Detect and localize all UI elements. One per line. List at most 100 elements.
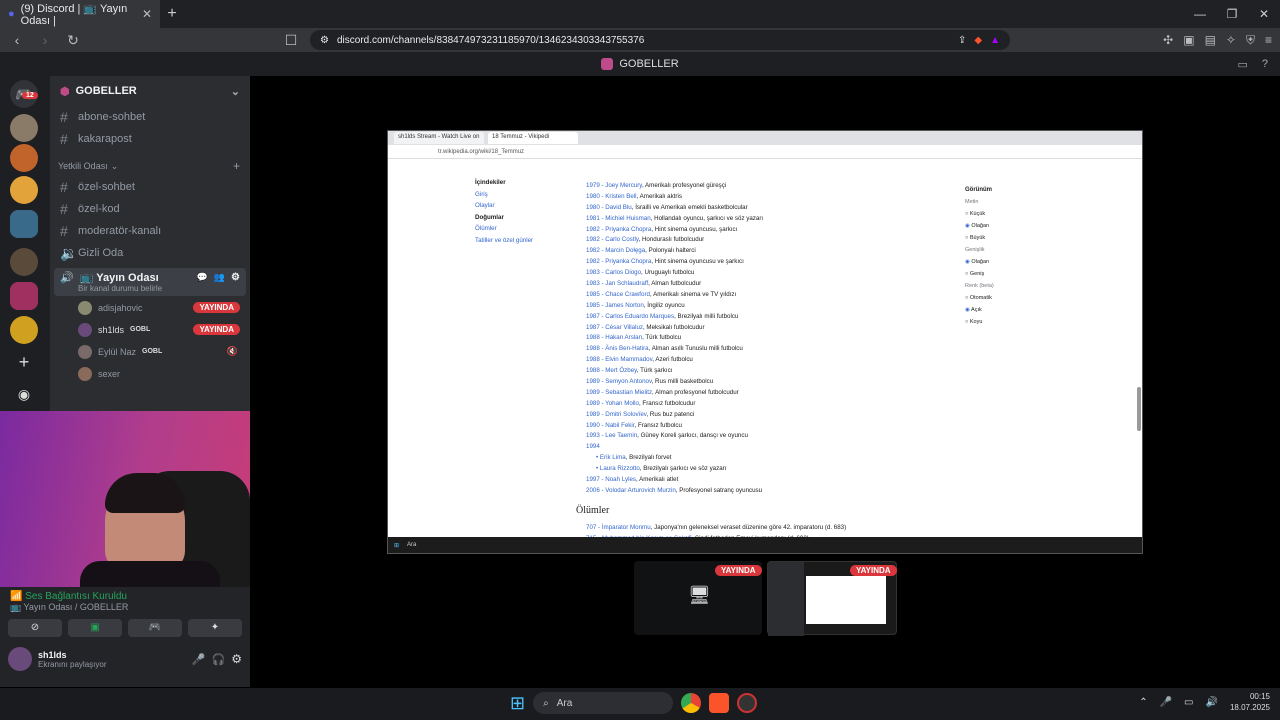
network-icon[interactable]: ▭ — [1184, 697, 1193, 708]
app-icon[interactable] — [737, 693, 758, 713]
gear-icon[interactable]: ⚙ — [231, 272, 240, 283]
brave-icon[interactable] — [709, 693, 730, 713]
help-icon[interactable]: ? — [1262, 58, 1268, 71]
wiki-link[interactable]: • Laura Rizzotto — [596, 465, 640, 472]
minimize-icon[interactable]: — — [1184, 7, 1216, 21]
forward-icon[interactable]: › — [36, 32, 54, 48]
chat-icon[interactable]: 💬 — [197, 272, 208, 283]
wiki-link[interactable]: 1982 - Priyanka Chopra — [586, 226, 651, 233]
wiki-link[interactable]: 707 - İmparator Monmu — [586, 524, 651, 531]
scrollbar[interactable] — [1137, 387, 1141, 431]
wiki-link[interactable]: 1988 - Hakan Arslan — [586, 334, 642, 341]
wiki-link[interactable]: 1989 - Sebastian Mielitz — [586, 389, 652, 396]
leo-icon[interactable]: ✧ — [1226, 33, 1236, 48]
wiki-link[interactable]: 1989 - Dmitri Solovïev — [586, 411, 646, 418]
wiki-link[interactable]: 1980 - Kristen Bell — [586, 193, 637, 200]
wiki-link[interactable]: 1989 - Yohan Mollo — [586, 400, 639, 407]
channel-kakarapost[interactable]: # kakarapost — [50, 128, 250, 150]
avatar[interactable] — [8, 647, 32, 671]
connection-location[interactable]: 📺 Yayın Odası / GOBELLER — [0, 602, 250, 613]
sidebar-icon[interactable]: ▣ — [1183, 33, 1194, 48]
microphone-icon[interactable]: 🎤 — [192, 653, 206, 666]
voice-channel-yayin-odasi[interactable]: 🔊 📺 Yayın Odası 💬 👥 ⚙ Bir kanal durumu b… — [54, 268, 246, 296]
vpn-icon[interactable]: ⛨ — [1246, 33, 1255, 48]
microphone-icon[interactable]: 🎤 — [1160, 697, 1172, 708]
server-avatar[interactable] — [10, 176, 38, 204]
server-avatar[interactable] — [10, 114, 38, 142]
chevron-up-icon[interactable]: ⌃ — [1139, 697, 1147, 708]
wiki-link[interactable]: 1987 - César Villaluz — [586, 324, 643, 331]
voice-status[interactable]: Bir kanal durumu belirle — [60, 284, 240, 293]
new-tab-button[interactable]: + — [160, 5, 184, 23]
wiki-link[interactable]: 1988 - Elvin Mammadov — [586, 356, 652, 363]
shared-screen-stream[interactable]: sh1lds Stream - Watch Live on 18 Temmuz … — [387, 130, 1143, 554]
add-server-icon[interactable]: + — [10, 348, 38, 376]
connection-status[interactable]: 📶 Ses Bağlantısı Kuruldu — [0, 587, 250, 602]
explore-icon[interactable]: ◉ — [10, 380, 38, 408]
wiki-link[interactable]: 1985 - James Norton — [586, 302, 644, 309]
soundboard-button[interactable]: ✦ — [188, 619, 242, 637]
taskbar-search[interactable]: ⌕ Ara — [533, 692, 674, 714]
wiki-link[interactable]: 1983 - Jan Schlaudraff — [586, 280, 648, 287]
gear-icon[interactable]: ⚙ — [231, 652, 242, 666]
wiki-link[interactable]: 1979 - Joey Mercury — [586, 182, 642, 189]
channel-gizli-oda[interactable]: 🔉 Gizli Oda — [50, 242, 250, 264]
clock[interactable]: 00:15 18.07.2025 — [1230, 691, 1270, 713]
wiki-link[interactable]: 1981 - Michiel Huisman — [586, 215, 651, 222]
server-avatar-gobeller[interactable] — [10, 282, 38, 310]
server-avatar[interactable] — [10, 144, 38, 172]
chrome-icon[interactable] — [681, 693, 702, 713]
brave-shield-icon[interactable]: ◆ — [974, 35, 982, 46]
maximize-icon[interactable]: ❐ — [1216, 7, 1248, 21]
wiki-link[interactable]: 1989 - Semyon Antonov — [586, 378, 652, 385]
server-header[interactable]: ⬢ GOBELLER ⌄ — [50, 76, 250, 106]
wiki-link[interactable]: 1994 — [586, 443, 600, 450]
screen-share-button[interactable]: ▣ — [68, 619, 122, 637]
reload-icon[interactable]: ↻ — [64, 32, 82, 49]
close-tab-icon[interactable]: ✕ — [142, 7, 152, 21]
site-info-icon[interactable]: ⚙ — [320, 35, 329, 46]
extensions-icon[interactable]: ✣ — [1163, 33, 1173, 48]
channel-ozel-sohbet[interactable]: # özel-sohbet — [50, 176, 250, 198]
bookmark-icon[interactable]: ☐ — [282, 32, 300, 49]
wiki-link[interactable]: 1985 - Chace Crawford — [586, 291, 650, 298]
back-icon[interactable]: ‹ — [8, 32, 26, 48]
wallet-icon[interactable]: ▤ — [1205, 33, 1216, 48]
channel-ozel-kod[interactable]: # özel-kod — [50, 198, 250, 220]
windows-start-icon[interactable]: ⊞ — [510, 693, 525, 714]
wiki-link[interactable]: 1987 - Carlos Eduardo Marques — [586, 313, 674, 320]
channel-moderator-kanali[interactable]: # moderatör-kanalı — [50, 220, 250, 242]
browser-tab[interactable]: ● (9) Discord | 📺 Yayın Odası | ✕ — [0, 0, 160, 28]
headphones-icon[interactable]: 🎧 — [212, 653, 226, 666]
channel-abone-sohbet[interactable]: # abone-sohbet — [50, 106, 250, 128]
wiki-link[interactable]: 1983 - Carlos Diogo — [586, 269, 641, 276]
wiki-link[interactable]: 1988 - Mert Özbey — [586, 367, 637, 374]
menu-icon[interactable]: ≡ — [1265, 33, 1272, 48]
add-channel-icon[interactable]: + — [233, 159, 240, 173]
voice-user[interactable]: adisjahovic YAYINDA — [50, 297, 250, 318]
wiki-link[interactable]: 1982 - Priyanka Chopra — [586, 258, 651, 265]
voice-user[interactable]: sh1lds GOBL YAYINDA — [50, 319, 250, 340]
server-avatar[interactable] — [10, 248, 38, 276]
url-field[interactable]: ⚙ discord.com/channels/83847497323118597… — [310, 30, 1010, 50]
wiki-link[interactable]: 1988 - Änis Ben-Hatira — [586, 345, 649, 352]
wiki-link[interactable]: 1982 - Marcin Dołęga — [586, 247, 645, 254]
brave-rewards-icon[interactable]: ▲ — [990, 35, 1000, 46]
server-avatar[interactable] — [10, 316, 38, 344]
server-folder[interactable] — [10, 210, 38, 238]
wiki-link[interactable]: 1980 - David Blu — [586, 204, 632, 211]
camera-off-button[interactable]: ⊘ — [8, 619, 62, 637]
wiki-link[interactable]: 1982 - Carlo Costly — [586, 236, 639, 243]
activity-button[interactable]: 🎮 — [128, 619, 182, 637]
category-header[interactable]: Yetkili Odası ⌄ + — [50, 156, 250, 176]
inbox-icon[interactable]: ▭ — [1237, 58, 1247, 71]
wiki-link[interactable]: • Erik Lima — [596, 454, 626, 461]
wiki-link[interactable]: 1990 - Nabil Fekir — [586, 422, 635, 429]
wiki-link[interactable]: 1997 - Noah Lyles — [586, 476, 636, 483]
close-window-icon[interactable]: ✕ — [1248, 7, 1280, 21]
wiki-link[interactable]: 1993 - Lee Taemin — [586, 432, 637, 439]
invite-icon[interactable]: 👥 — [214, 272, 225, 283]
volume-icon[interactable]: 🔊 — [1206, 697, 1218, 708]
voice-user[interactable]: Eylül Naz GOBL 🔇 — [50, 341, 250, 362]
wiki-link[interactable]: 2006 - Volodar Arturovich Murzin — [586, 487, 676, 494]
